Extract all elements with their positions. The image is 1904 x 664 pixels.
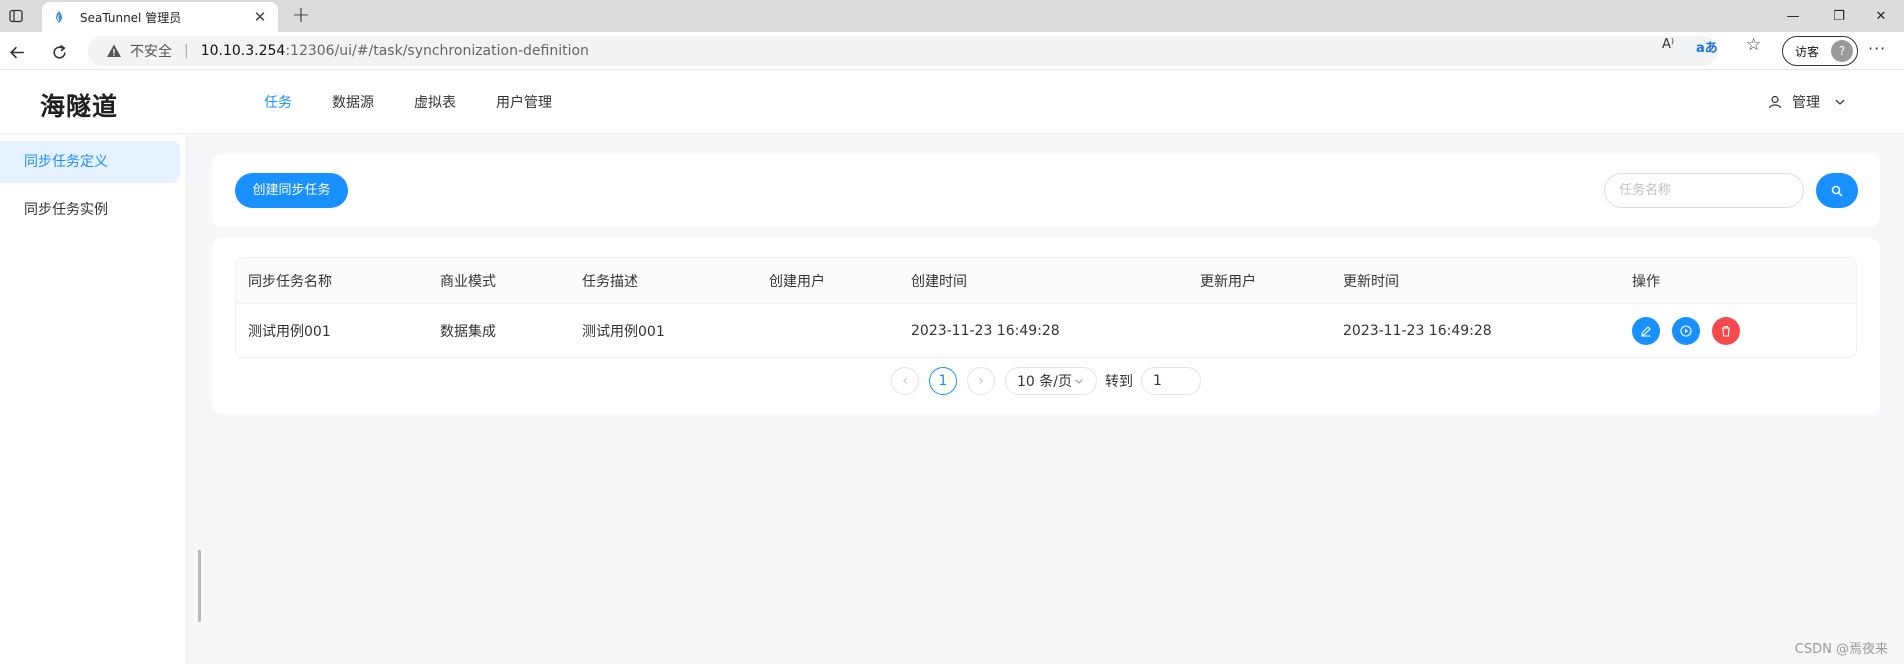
- page-size-select[interactable]: 10 条/页: [1005, 367, 1097, 395]
- table-row: 测试用例001 数据集成 测试用例001 2023-11-23 16:49:28…: [236, 304, 1856, 357]
- column-header-business-model: 商业模式: [440, 273, 496, 290]
- app-header: 海隧道 任务 数据源 虚拟表 用户管理 管理: [0, 70, 1904, 134]
- next-page-button[interactable]: ›: [967, 367, 995, 395]
- cell-name: 测试用例001: [248, 324, 331, 340]
- pagination: ‹ 1 › 10 条/页 转到: [212, 366, 1880, 396]
- tab-title: SeaTunnel 管理员: [80, 10, 182, 25]
- nav-item-datasource[interactable]: 数据源: [332, 92, 374, 112]
- refresh-button[interactable]: [46, 39, 72, 65]
- prev-page-button[interactable]: ‹: [891, 367, 919, 395]
- back-icon: [9, 46, 24, 58]
- sidebar-item-sync-task-instance[interactable]: 同步任务实例: [0, 189, 180, 231]
- task-table: 同步任务名称 商业模式 任务描述 创建用户 创建时间 更新用户 更新时间 操作 …: [235, 257, 1857, 358]
- browser-address-bar: 不安全 | 10.10.3.254:12306/ui/#/task/synchr…: [0, 32, 1904, 70]
- insecure-label: 不安全: [130, 44, 172, 60]
- watermark: CSDN @焉夜来: [1794, 642, 1888, 657]
- url-host: 10.10.3.254: [200, 43, 286, 59]
- cell-create-time: 2023-11-23 16:49:28: [911, 323, 1060, 339]
- user-menu[interactable]: 管理: [1768, 92, 1856, 112]
- user-menu-label: 管理: [1792, 95, 1820, 111]
- top-nav: 任务 数据源 虚拟表 用户管理: [264, 92, 592, 112]
- profile-button[interactable]: 访客 ?: [1782, 36, 1858, 66]
- column-header-name: 同步任务名称: [248, 273, 332, 290]
- goto-label: 转到: [1105, 374, 1133, 390]
- page-size-label: 10 条/页: [1017, 374, 1072, 390]
- delete-button[interactable]: [1712, 317, 1740, 345]
- sidebar-item-sync-task-definition[interactable]: 同步任务定义: [0, 141, 180, 183]
- sidebar-scrollbar[interactable]: [198, 550, 201, 622]
- url-separator: |: [184, 43, 189, 59]
- table-header: 同步任务名称 商业模式 任务描述 创建用户 创建时间 更新用户 更新时间 操作: [236, 258, 1856, 304]
- nav-item-tasks[interactable]: 任务: [264, 92, 292, 112]
- browser-tab-bar: SeaTunnel 管理员 ✕ + — ❐ ✕: [0, 0, 1904, 32]
- column-header-update-user: 更新用户: [1200, 273, 1256, 290]
- edit-button[interactable]: [1632, 317, 1660, 345]
- create-sync-task-button[interactable]: 创建同步任务: [235, 173, 348, 208]
- profile-label: 访客: [1795, 44, 1820, 59]
- favorites-icon[interactable]: ☆: [1746, 35, 1761, 55]
- favicon: [56, 11, 62, 23]
- delete-icon: [1722, 325, 1730, 337]
- tab-close-icon[interactable]: ✕: [252, 8, 268, 26]
- table-card: 同步任务名称 商业模式 任务描述 创建用户 创建时间 更新用户 更新时间 操作 …: [212, 238, 1880, 414]
- page-number-button[interactable]: 1: [929, 367, 957, 395]
- minimize-button[interactable]: —: [1770, 0, 1816, 32]
- translate-icon[interactable]: aあ: [1696, 37, 1718, 56]
- sidebar: 同步任务定义 同步任务实例: [0, 135, 187, 664]
- chevron-down-icon: [1075, 379, 1083, 384]
- nav-item-user-management[interactable]: 用户管理: [496, 92, 552, 112]
- back-button[interactable]: [4, 39, 30, 65]
- nav-item-virtual-table[interactable]: 虚拟表: [414, 92, 456, 112]
- chevron-down-icon: [1835, 99, 1845, 105]
- goto-page-input[interactable]: [1141, 367, 1201, 395]
- sidebar-toggle-icon[interactable]: [4, 6, 28, 26]
- browser-tab[interactable]: SeaTunnel 管理员 ✕: [42, 2, 278, 32]
- refresh-icon: [52, 44, 66, 59]
- edit-icon: [1641, 326, 1651, 337]
- warning-icon: [107, 44, 121, 57]
- profile-avatar-icon: ?: [1831, 40, 1853, 62]
- run-button[interactable]: [1672, 317, 1700, 345]
- more-menu-icon[interactable]: ···: [1868, 39, 1886, 58]
- toolbar-card: 创建同步任务: [212, 154, 1880, 227]
- task-name-search-input[interactable]: [1604, 173, 1804, 208]
- column-header-create-time: 创建时间: [911, 273, 967, 290]
- cell-actions: [1632, 304, 1740, 357]
- url-path: :12306/ui/#/task/synchronization-definit…: [285, 43, 589, 59]
- search-button[interactable]: [1816, 173, 1858, 208]
- user-icon: [1768, 95, 1782, 109]
- column-header-actions: 操作: [1632, 273, 1660, 290]
- url-bar[interactable]: 不安全 | 10.10.3.254:12306/ui/#/task/synchr…: [88, 36, 1718, 66]
- window-close-button[interactable]: ✕: [1858, 0, 1904, 32]
- play-icon: [1680, 325, 1692, 337]
- column-header-update-time: 更新时间: [1343, 273, 1399, 290]
- column-header-create-user: 创建用户: [769, 273, 825, 290]
- new-tab-button[interactable]: +: [288, 4, 314, 30]
- column-header-description: 任务描述: [582, 273, 638, 290]
- read-aloud-icon[interactable]: A⁾: [1662, 37, 1674, 52]
- cell-business-model: 数据集成: [440, 324, 496, 340]
- restore-button[interactable]: ❐: [1816, 0, 1862, 32]
- search-icon: [1831, 185, 1843, 197]
- cell-update-time: 2023-11-23 16:49:28: [1343, 323, 1492, 339]
- app-logo: 海隧道: [40, 92, 119, 121]
- cell-description: 测试用例001: [582, 324, 665, 340]
